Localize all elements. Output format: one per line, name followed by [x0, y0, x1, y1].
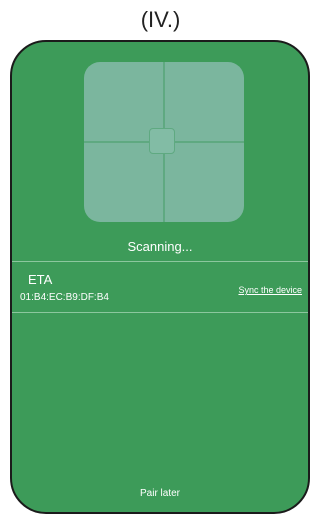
scanner-frame	[84, 62, 244, 222]
pair-later-button[interactable]: Pair later	[12, 488, 308, 499]
device-name: ETA	[28, 272, 53, 287]
sync-device-link[interactable]: Sync the device	[238, 285, 302, 295]
device-list-item[interactable]: ETA 01:B4:EC:B9:DF:B4 Sync the device	[12, 262, 308, 312]
scanning-status: Scanning...	[127, 239, 193, 254]
phone-screen: Scanning... ETA 01:B4:EC:B9:DF:B4 Sync t…	[10, 40, 310, 514]
scanner-center-target	[149, 128, 175, 154]
divider	[12, 312, 308, 313]
figure-caption: (IV.)	[140, 7, 181, 32]
device-mac-address: 01:B4:EC:B9:DF:B4	[20, 292, 109, 303]
